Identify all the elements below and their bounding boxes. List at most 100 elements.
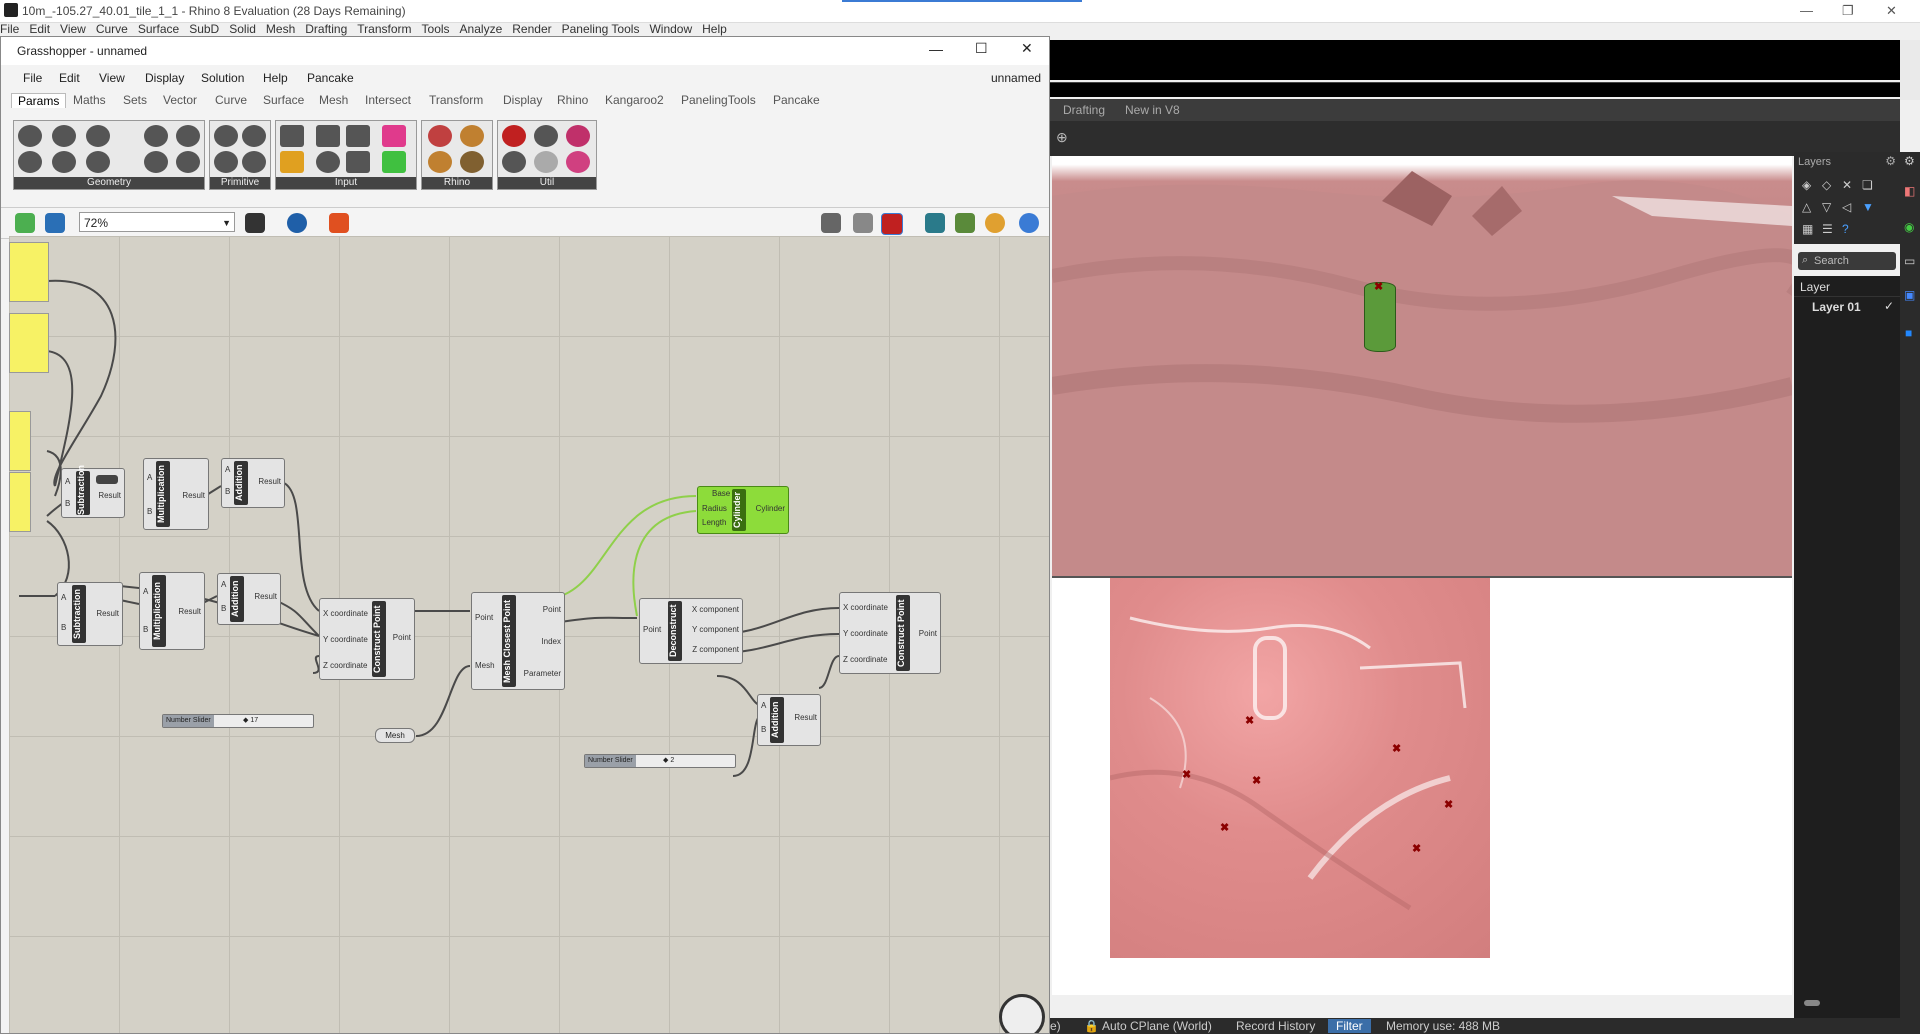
output-result[interactable]: Result: [182, 491, 205, 500]
surface-param-icon[interactable]: [176, 151, 200, 173]
galapagos-icon[interactable]: [566, 125, 590, 147]
menu-curve[interactable]: Curve: [96, 22, 128, 36]
input-b[interactable]: B: [143, 625, 148, 634]
tab-display[interactable]: Display: [503, 93, 542, 107]
input-a[interactable]: A: [221, 580, 226, 589]
preview-off-icon[interactable]: [821, 213, 841, 233]
menu-solid[interactable]: Solid: [229, 22, 256, 36]
command-history[interactable]: [1050, 40, 1900, 80]
new-layer-icon[interactable]: ◈: [1802, 178, 1811, 192]
display-tab-icon[interactable]: ▭: [1904, 254, 1915, 268]
input-x[interactable]: X coordinate: [843, 603, 888, 612]
input-b[interactable]: B: [761, 725, 766, 734]
block-icon[interactable]: [460, 151, 484, 173]
output-point[interactable]: Point: [393, 633, 411, 642]
input-z[interactable]: Z coordinate: [843, 655, 887, 664]
render-preview-icon[interactable]: [1019, 213, 1039, 233]
layers-search-input[interactable]: ⌕ Search: [1798, 252, 1896, 270]
output-result[interactable]: Result: [258, 477, 281, 486]
input-b[interactable]: B: [65, 499, 70, 508]
input-x[interactable]: X coordinate: [323, 609, 368, 618]
gh-menu-pancake[interactable]: Pancake: [307, 71, 354, 85]
gh-menu-view[interactable]: View: [99, 71, 125, 85]
integer-param-icon[interactable]: [214, 151, 238, 173]
menu-edit[interactable]: Edit: [29, 22, 50, 36]
input-y[interactable]: Y coordinate: [843, 629, 888, 638]
command-scrollbar[interactable]: [1900, 40, 1920, 100]
input-b[interactable]: B: [147, 507, 152, 516]
knob-icon[interactable]: [316, 151, 340, 173]
input-y[interactable]: Y coordinate: [323, 635, 368, 644]
geometry-param-icon[interactable]: [18, 125, 42, 147]
move-up-icon[interactable]: △: [1802, 200, 1811, 214]
perspective-viewport[interactable]: ✖: [1052, 156, 1792, 578]
maximize-icon[interactable]: ☐: [975, 40, 988, 57]
menu-tools[interactable]: Tools: [422, 22, 450, 36]
value-list-icon[interactable]: [346, 151, 370, 173]
panel-icon[interactable]: [382, 125, 406, 147]
arrow-outline-icon[interactable]: [534, 151, 558, 173]
circle-param-icon[interactable]: [52, 125, 76, 147]
rhino-param-icon[interactable]: [428, 125, 452, 147]
cylinder-component[interactable]: Base Radius Length Cylinder Cylinder: [697, 486, 789, 534]
tab-new-in-v8[interactable]: New in V8: [1125, 103, 1180, 117]
copy-layer-icon[interactable]: ❏: [1862, 178, 1873, 192]
input-mesh[interactable]: Mesh: [475, 661, 495, 670]
output-z[interactable]: Z component: [692, 645, 739, 654]
yellow-param[interactable]: [9, 313, 49, 373]
menu-file[interactable]: File: [0, 22, 19, 36]
multiplication-component[interactable]: A B Multiplication Result: [139, 572, 205, 650]
arrow-right-icon[interactable]: [534, 125, 558, 147]
subtraction-component[interactable]: A B Subtraction Result: [57, 582, 123, 646]
subtraction-component[interactable]: A B Subtraction Result: [61, 465, 125, 518]
input-b[interactable]: B: [221, 604, 226, 613]
tab-panelingtools[interactable]: PanelingTools: [681, 93, 756, 107]
mesh-quality-icon[interactable]: [985, 213, 1005, 233]
gh-canvas[interactable]: A B Subtraction Result A B Multiplicatio…: [9, 236, 1049, 1033]
move-down-icon[interactable]: ▽: [1822, 200, 1831, 214]
button-icon[interactable]: [346, 125, 370, 147]
grid-view-icon[interactable]: ▦: [1802, 222, 1813, 236]
render-tab-icon[interactable]: ◉: [1904, 220, 1914, 234]
output-y[interactable]: Y component: [692, 625, 739, 634]
import-icon[interactable]: [280, 125, 304, 147]
addition-component[interactable]: A B Addition Result: [217, 573, 281, 625]
output-result[interactable]: Result: [254, 592, 277, 601]
cherry-icon[interactable]: [502, 125, 526, 147]
osnap-icon[interactable]: ⊕: [1056, 129, 1068, 146]
gh-menu-file[interactable]: File: [23, 71, 42, 85]
tree-icon[interactable]: [502, 151, 526, 173]
slider-value[interactable]: ◆ 17: [243, 715, 258, 727]
menu-window[interactable]: Window: [649, 22, 692, 36]
move-parent-icon[interactable]: ◁: [1842, 200, 1851, 214]
layer-icon[interactable]: [428, 151, 452, 173]
input-length[interactable]: Length: [702, 518, 726, 527]
close-icon[interactable]: ✕: [1886, 3, 1897, 19]
layer-row[interactable]: Layer 01 ✓: [1794, 298, 1900, 316]
menu-render[interactable]: Render: [512, 22, 551, 36]
menu-mesh[interactable]: Mesh: [266, 22, 295, 36]
eye-icon[interactable]: [287, 213, 307, 233]
help-tab-icon[interactable]: ■: [1905, 326, 1912, 340]
yellow-param[interactable]: [9, 411, 31, 471]
addition-component[interactable]: A B Addition Result: [757, 694, 821, 746]
brep-param-icon[interactable]: [176, 125, 200, 147]
input-a[interactable]: A: [225, 465, 230, 474]
curve-param-icon[interactable]: [86, 125, 110, 147]
material-icon[interactable]: [460, 125, 484, 147]
input-point[interactable]: Point: [643, 625, 661, 634]
list-view-icon[interactable]: ☰: [1822, 222, 1833, 236]
output-x[interactable]: X component: [692, 605, 739, 614]
point-param-icon[interactable]: [86, 151, 110, 173]
construct-point-component[interactable]: X coordinate Y coordinate Z coordinate C…: [319, 598, 415, 680]
tab-vector[interactable]: Vector: [163, 93, 197, 107]
open-file-icon[interactable]: [15, 213, 35, 233]
properties-tab-icon[interactable]: ◧: [1904, 184, 1915, 198]
gh-menu-display[interactable]: Display: [145, 71, 184, 85]
status-filter[interactable]: Filter: [1328, 1019, 1371, 1033]
libraries-tab-icon[interactable]: ▣: [1904, 288, 1915, 302]
input-a[interactable]: A: [147, 473, 152, 482]
gh-menu-solution[interactable]: Solution: [201, 71, 244, 85]
zoom-extents-icon[interactable]: [245, 213, 265, 233]
input-b[interactable]: B: [225, 487, 230, 496]
